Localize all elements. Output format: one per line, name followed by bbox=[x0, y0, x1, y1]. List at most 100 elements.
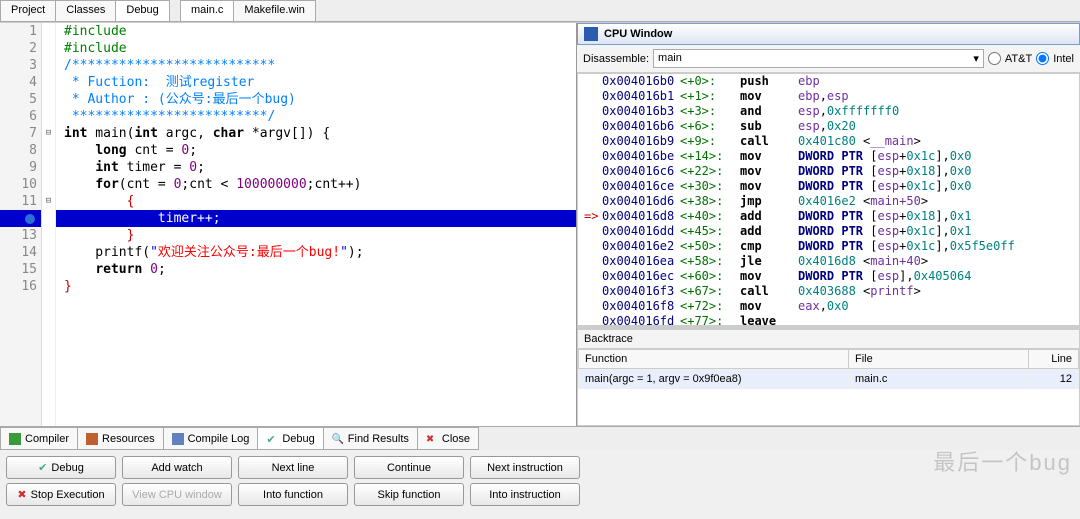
line-number: 8 bbox=[0, 142, 41, 159]
disasm-line[interactable]: 0x004016be<+14>:movDWORD PTR [esp+0x1c],… bbox=[578, 149, 1079, 164]
tab-resources[interactable]: Resources bbox=[77, 427, 164, 450]
tab-close[interactable]: Close bbox=[417, 427, 479, 450]
code-line[interactable]: #include bbox=[56, 40, 576, 57]
code-line[interactable]: return 0; bbox=[56, 261, 576, 278]
tab-classes[interactable]: Classes bbox=[55, 0, 116, 21]
fold-toggle[interactable] bbox=[42, 91, 55, 108]
disasm-line[interactable]: 0x004016b0<+0>:pushebp bbox=[578, 74, 1079, 89]
disassembly-view[interactable]: 0x004016b0<+0>:pushebp0x004016b1<+1>:mov… bbox=[577, 73, 1080, 326]
code-line[interactable]: printf("欢迎关注公众号:最后一个bug!"); bbox=[56, 244, 576, 261]
fold-toggle[interactable]: ⊟ bbox=[42, 193, 55, 210]
backtrace-title: Backtrace bbox=[578, 330, 1079, 349]
compiler-icon bbox=[9, 433, 21, 445]
cpu-window-title: CPU Window bbox=[577, 23, 1080, 45]
add-watch-button[interactable]: Add watch bbox=[122, 456, 232, 479]
editor[interactable]: 123456789101113141516 ⊟⊟ #include #inclu… bbox=[0, 23, 576, 426]
disasm-line[interactable]: 0x004016ea<+58>:jle0x4016d8 <main+40> bbox=[578, 254, 1079, 269]
line-number: 5 bbox=[0, 91, 41, 108]
tab-find-results[interactable]: Find Results bbox=[323, 427, 418, 450]
line-number: 10 bbox=[0, 176, 41, 193]
code-body[interactable]: #include #include /*********************… bbox=[56, 23, 576, 426]
disasm-line[interactable]: 0x004016e2<+50>:cmpDWORD PTR [esp+0x1c],… bbox=[578, 239, 1079, 254]
radio-intel[interactable]: Intel bbox=[1036, 52, 1074, 65]
disasm-line[interactable]: 0x004016b6<+6>:subesp,0x20 bbox=[578, 119, 1079, 134]
fold-toggle[interactable] bbox=[42, 23, 55, 40]
cpu-icon bbox=[584, 27, 598, 41]
disasm-line[interactable]: 0x004016b3<+3>:andesp,0xfffffff0 bbox=[578, 104, 1079, 119]
into-instruction-button[interactable]: Into instruction bbox=[470, 483, 580, 506]
fold-toggle[interactable] bbox=[42, 210, 55, 227]
code-line[interactable]: timer++; bbox=[56, 210, 576, 227]
fold-toggle[interactable] bbox=[42, 227, 55, 244]
tab-debug-side[interactable]: Debug bbox=[115, 0, 169, 21]
disasm-line[interactable]: 0x004016c6<+22>:movDWORD PTR [esp+0x18],… bbox=[578, 164, 1079, 179]
code-line[interactable]: *************************/ bbox=[56, 108, 576, 125]
fold-toggle[interactable] bbox=[42, 278, 55, 295]
stop-execution-button[interactable]: Stop Execution bbox=[6, 483, 116, 506]
check-icon bbox=[266, 433, 278, 445]
file-tab-main[interactable]: main.c bbox=[180, 0, 234, 21]
disasm-line[interactable]: 0x004016d6<+38>:jmp0x4016e2 <main+50> bbox=[578, 194, 1079, 209]
tab-debug-bottom[interactable]: Debug bbox=[257, 427, 323, 450]
line-number: 1 bbox=[0, 23, 41, 40]
close-icon bbox=[426, 433, 438, 445]
fold-toggle[interactable] bbox=[42, 57, 55, 74]
code-line[interactable]: } bbox=[56, 227, 576, 244]
next-instruction-button[interactable]: Next instruction bbox=[470, 456, 580, 479]
debug-button[interactable]: Debug bbox=[6, 456, 116, 479]
code-line[interactable]: #include bbox=[56, 23, 576, 40]
fold-toggle[interactable]: ⊟ bbox=[42, 125, 55, 142]
disassemble-value: main bbox=[658, 52, 682, 64]
radio-att[interactable]: AT&T bbox=[988, 52, 1032, 65]
code-line[interactable]: /************************** bbox=[56, 57, 576, 74]
code-line[interactable]: * Fuction: 测试register bbox=[56, 74, 576, 91]
fold-toggle[interactable] bbox=[42, 142, 55, 159]
file-tab-makefile[interactable]: Makefile.win bbox=[233, 0, 316, 21]
bt-col-line[interactable]: Line bbox=[1029, 350, 1079, 369]
code-line[interactable]: * Author : (公众号:最后一个bug) bbox=[56, 91, 576, 108]
disasm-line[interactable]: 0x004016f8<+72>:moveax,0x0 bbox=[578, 299, 1079, 314]
disasm-line[interactable]: 0x004016b9<+9>:call0x401c80 <__main> bbox=[578, 134, 1079, 149]
log-icon bbox=[172, 433, 184, 445]
disasm-line[interactable]: 0x004016dd<+45>:addDWORD PTR [esp+0x1c],… bbox=[578, 224, 1079, 239]
resources-icon bbox=[86, 433, 98, 445]
code-line[interactable]: int timer = 0; bbox=[56, 159, 576, 176]
view-cpu-window-button[interactable]: View CPU window bbox=[122, 483, 232, 506]
tab-compiler[interactable]: Compiler bbox=[0, 427, 78, 450]
disasm-line[interactable]: 0x004016b1<+1>:movebp,esp bbox=[578, 89, 1079, 104]
next-line-button[interactable]: Next line bbox=[238, 456, 348, 479]
fold-toggle[interactable] bbox=[42, 244, 55, 261]
fold-toggle[interactable] bbox=[42, 74, 55, 91]
bt-col-file[interactable]: File bbox=[849, 350, 1029, 369]
fold-toggle[interactable] bbox=[42, 261, 55, 278]
bt-col-function[interactable]: Function bbox=[579, 350, 849, 369]
disassemble-select[interactable]: main ▾ bbox=[653, 49, 984, 68]
cpu-window-title-text: CPU Window bbox=[604, 28, 672, 40]
backtrace-row[interactable]: main(argc = 1, argv = 0x9f0ea8)main.c12 bbox=[579, 370, 1079, 389]
breakpoint-icon bbox=[25, 214, 35, 224]
fold-toggle[interactable] bbox=[42, 40, 55, 57]
fold-toggle[interactable] bbox=[42, 108, 55, 125]
disasm-line[interactable]: =>0x004016d8<+40>:addDWORD PTR [esp+0x18… bbox=[578, 209, 1079, 224]
into-function-button[interactable]: Into function bbox=[238, 483, 348, 506]
fold-toggle[interactable] bbox=[42, 176, 55, 193]
disasm-line[interactable]: 0x004016ce<+30>:movDWORD PTR [esp+0x1c],… bbox=[578, 179, 1079, 194]
cpu-window-pane: CPU Window Disassemble: main ▾ AT&T Inte… bbox=[577, 23, 1080, 426]
disasm-line[interactable]: 0x004016ec<+60>:movDWORD PTR [esp],0x405… bbox=[578, 269, 1079, 284]
line-number: 7 bbox=[0, 125, 41, 142]
code-line[interactable]: } bbox=[56, 278, 576, 295]
disasm-line[interactable]: 0x004016fd<+77>:leave bbox=[578, 314, 1079, 326]
code-line[interactable]: { bbox=[56, 193, 576, 210]
code-line[interactable]: long cnt = 0; bbox=[56, 142, 576, 159]
fold-toggle[interactable] bbox=[42, 159, 55, 176]
code-line[interactable]: for(cnt = 0;cnt < 100000000;cnt++) bbox=[56, 176, 576, 193]
line-number: 13 bbox=[0, 227, 41, 244]
skip-function-button[interactable]: Skip function bbox=[354, 483, 464, 506]
line-number: 3 bbox=[0, 57, 41, 74]
tab-project[interactable]: Project bbox=[0, 0, 56, 21]
continue-button[interactable]: Continue bbox=[354, 456, 464, 479]
line-number: 6 bbox=[0, 108, 41, 125]
tab-compile-log[interactable]: Compile Log bbox=[163, 427, 259, 450]
disasm-line[interactable]: 0x004016f3<+67>:call0x403688 <printf> bbox=[578, 284, 1079, 299]
code-line[interactable]: int main(int argc, char *argv[]) { bbox=[56, 125, 576, 142]
